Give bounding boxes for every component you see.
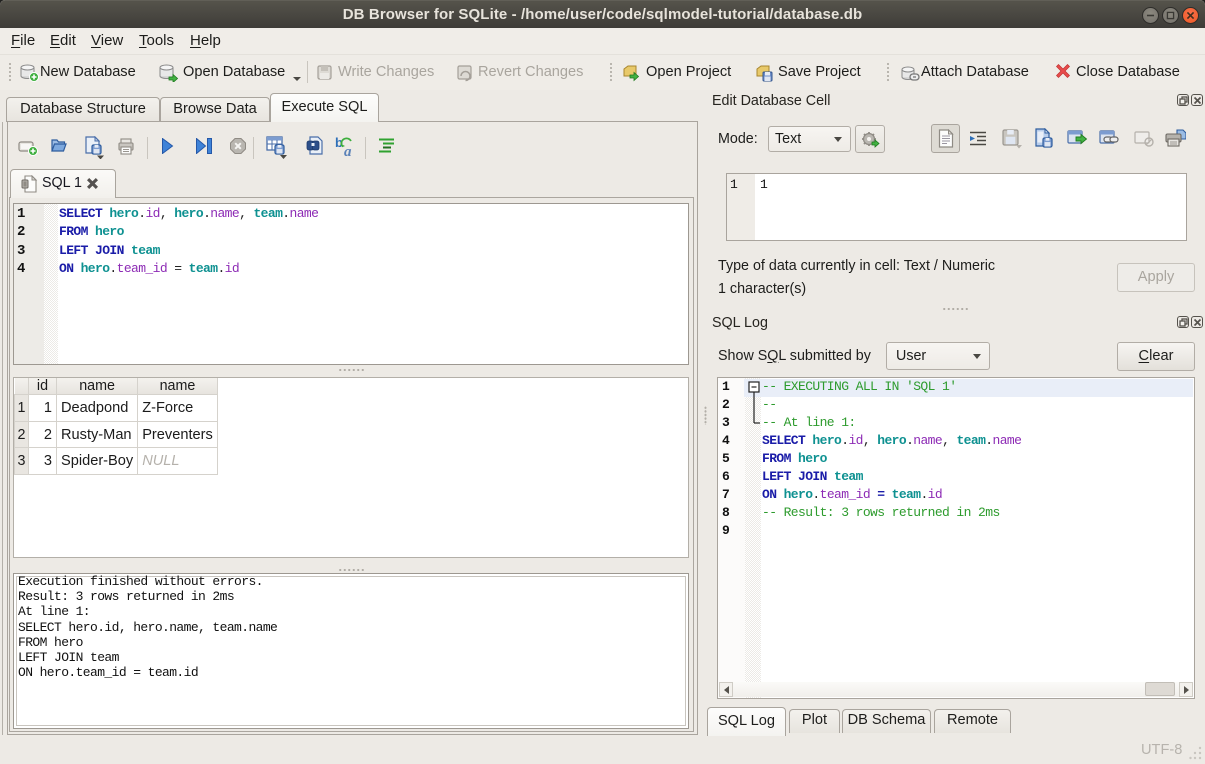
svg-text:a: a [344,144,352,157]
